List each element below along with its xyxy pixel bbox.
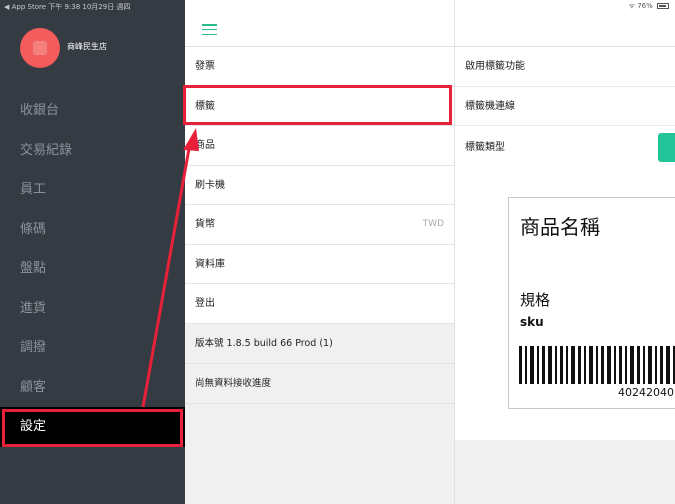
store-name: 商峰民生店: [67, 42, 107, 51]
settings-item-label[interactable]: 標籤: [185, 86, 454, 126]
settings-item-invoice[interactable]: 發票: [185, 47, 454, 87]
status-bar-left: ◀ App Store 下午 9:38 10月29日 週四: [4, 3, 131, 11]
battery-percent: 76%: [637, 2, 653, 10]
sidebar-item-purchasing[interactable]: 進貨: [0, 289, 185, 329]
enable-label-row[interactable]: 啟用標籤功能: [455, 47, 675, 87]
sidebar: 商峰民生店 收銀台 交易紀錄 員工 條碼 盤點 進貨 調撥 顧客 設定: [0, 0, 185, 504]
preview-spec: 規格: [520, 291, 551, 309]
label-preview: 商品名稱 規格 sku 40242040: [508, 197, 675, 409]
settings-item-products[interactable]: 商品: [185, 126, 454, 166]
settings-list-panel: 發票 標籤 商品 刷卡機 貨幣 TWD 資料庫 登出 版本號 1.8.5 bui…: [185, 0, 455, 504]
sidebar-item-inventory[interactable]: 盤點: [0, 249, 185, 289]
label-type-row[interactable]: 標籤類型: [455, 126, 675, 169]
settings-item-logout[interactable]: 登出: [185, 284, 454, 324]
sidebar-nav: 收銀台 交易紀錄 員工 條碼 盤點 進貨 調撥 顧客 設定: [0, 91, 185, 447]
sidebar-item-customers[interactable]: 顧客: [0, 368, 185, 408]
settings-item-card-reader[interactable]: 刷卡機: [185, 165, 454, 205]
label-type-button[interactable]: [658, 133, 675, 162]
sidebar-item-checkout[interactable]: 收銀台: [0, 91, 185, 131]
currency-value: TWD: [422, 219, 444, 229]
sidebar-item-transfer[interactable]: 調撥: [0, 328, 185, 368]
store-icon: [33, 41, 47, 55]
status-bar-right: ᯤ 76%: [629, 2, 669, 11]
barcode-number: 40242040: [618, 386, 674, 399]
sidebar-item-settings[interactable]: 設定: [0, 407, 185, 447]
menu-icon[interactable]: [202, 24, 217, 36]
barcode-image: [519, 346, 675, 384]
sidebar-item-transactions[interactable]: 交易紀錄: [0, 131, 185, 171]
wifi-icon: ᯤ: [628, 2, 635, 10]
sidebar-item-barcode[interactable]: 條碼: [0, 210, 185, 250]
preview-sku: sku: [520, 315, 544, 329]
label-printer-row[interactable]: 標籤機連線: [455, 87, 675, 126]
sidebar-item-employees[interactable]: 員工: [0, 170, 185, 210]
sync-status: 尚無資料接收進度: [185, 364, 454, 404]
settings-header: [185, 0, 454, 47]
store-avatar[interactable]: [20, 28, 60, 68]
settings-item-database[interactable]: 資料庫: [185, 244, 454, 284]
settings-item-currency[interactable]: 貨幣 TWD: [185, 205, 454, 245]
version-info: 版本號 1.8.5 build 66 Prod (1): [185, 324, 454, 364]
battery-icon: [657, 3, 669, 9]
preview-product-name: 商品名稱: [520, 215, 600, 239]
label-type-label: 標籤類型: [465, 142, 505, 153]
